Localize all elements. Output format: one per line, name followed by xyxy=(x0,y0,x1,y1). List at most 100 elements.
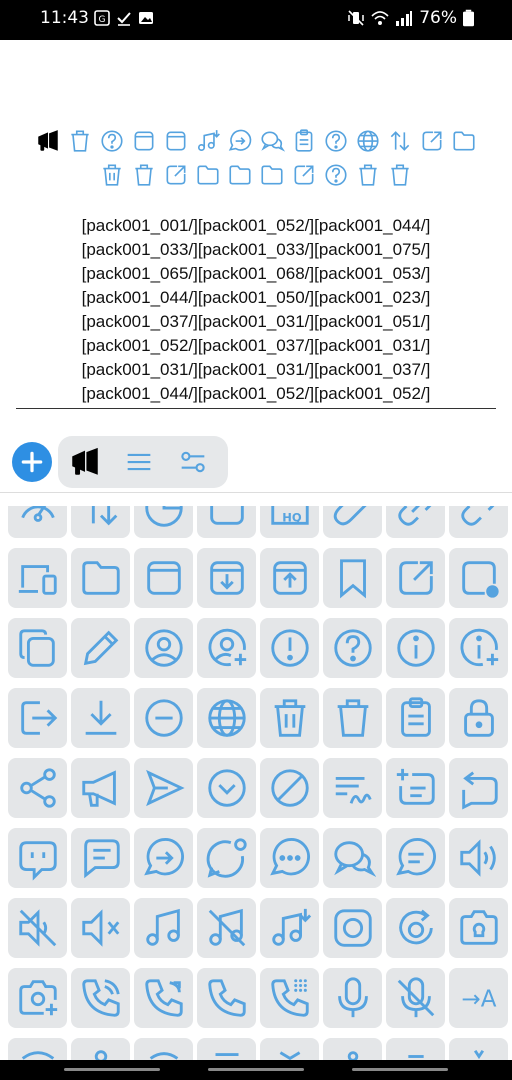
clipboard-icon xyxy=(400,697,431,737)
lock-icon-cell[interactable] xyxy=(449,688,508,748)
tab-menu[interactable] xyxy=(112,436,166,488)
music-icon-cell[interactable] xyxy=(134,898,193,958)
phone-dialpad-icon xyxy=(270,979,309,1017)
music-add-icon-cell[interactable] xyxy=(260,898,319,958)
tab-megaphone[interactable] xyxy=(58,436,112,488)
music-off-icon-cell[interactable] xyxy=(197,898,256,958)
volume-x-icon-cell[interactable] xyxy=(71,898,130,958)
chat-bot-icon-cell[interactable] xyxy=(8,828,67,888)
trash-lines-icon xyxy=(97,160,127,190)
repeat-icon-cell[interactable] xyxy=(449,758,508,818)
volume-icon-cell[interactable] xyxy=(449,828,508,888)
translate-icon-cell[interactable]: →A xyxy=(449,968,508,1028)
info-circle-icon-cell[interactable] xyxy=(386,618,445,678)
folder-icon xyxy=(257,160,287,190)
question-circle-icon-cell[interactable] xyxy=(323,618,382,678)
camera-add-icon-cell[interactable] xyxy=(8,968,67,1028)
devices-icon-cell[interactable] xyxy=(8,548,67,608)
refresh-circle-icon-cell[interactable] xyxy=(386,898,445,958)
download-icon-cell[interactable] xyxy=(71,688,130,748)
block-icon-cell[interactable] xyxy=(260,758,319,818)
chat-dot-icon-cell[interactable] xyxy=(197,828,256,888)
mic-off-icon-cell[interactable] xyxy=(386,968,445,1028)
chats-icon-cell[interactable] xyxy=(323,828,382,888)
link-broken-icon-cell[interactable] xyxy=(449,506,508,538)
status-bar: 11:43 G 76% xyxy=(0,0,512,40)
mic-icon xyxy=(337,977,368,1018)
pie-icon-cell[interactable] xyxy=(134,506,193,538)
pencil-icon-cell[interactable] xyxy=(71,618,130,678)
mic-icon-cell[interactable] xyxy=(323,968,382,1028)
trash-icon-cell[interactable] xyxy=(323,688,382,748)
icon-grid-scroll[interactable]: HQ →A xyxy=(0,506,512,1060)
signal-icon xyxy=(396,11,413,26)
external-link-icon-cell[interactable] xyxy=(386,548,445,608)
text-add-icon-cell[interactable] xyxy=(386,758,445,818)
globe-icon xyxy=(353,126,383,156)
folder-hq-icon-cell[interactable]: HQ xyxy=(260,506,319,538)
add-button[interactable] xyxy=(12,442,52,482)
partial-icon-cell[interactable] xyxy=(260,1038,319,1060)
partial-icon-cell[interactable] xyxy=(386,1038,445,1060)
trash-lines-icon-cell[interactable] xyxy=(260,688,319,748)
camera-bulb-icon-cell[interactable] xyxy=(449,898,508,958)
nav-home-button[interactable] xyxy=(208,1068,304,1071)
user-circle-icon-cell[interactable] xyxy=(134,618,193,678)
bookmark-icon-cell[interactable] xyxy=(323,548,382,608)
exclaim-circle-icon xyxy=(270,629,309,667)
chat-lines-icon xyxy=(83,839,120,879)
share-icon-cell[interactable] xyxy=(8,758,67,818)
phone-out-icon-cell[interactable] xyxy=(134,968,193,1028)
repeat-icon xyxy=(461,771,498,810)
chat-more-icon-cell[interactable] xyxy=(260,828,319,888)
square-corner-icon xyxy=(209,506,244,525)
partial-icon-cell[interactable] xyxy=(197,1038,256,1060)
paperclip-icon-cell[interactable] xyxy=(323,506,382,538)
message-text[interactable]: [pack001_001/][pack001_052/][pack001_044… xyxy=(0,214,512,406)
chat-lines-icon-cell[interactable] xyxy=(71,828,130,888)
info-add-icon-cell[interactable] xyxy=(449,618,508,678)
nav-back-button[interactable] xyxy=(352,1068,448,1071)
partial-icon-cell[interactable] xyxy=(323,1038,382,1060)
arrows-updown-icon-cell[interactable] xyxy=(71,506,130,538)
megaphone-outline-icon-cell[interactable] xyxy=(71,758,130,818)
square-corner-icon-cell[interactable] xyxy=(197,506,256,538)
chat-circle-icon-cell[interactable] xyxy=(386,828,445,888)
icon-grid: HQ →A xyxy=(8,506,508,1060)
mute-vibrate-icon xyxy=(348,10,364,26)
archive-up-icon-cell[interactable] xyxy=(260,548,319,608)
partial-icon-cell[interactable] xyxy=(449,1038,508,1060)
phone-in-icon-cell[interactable] xyxy=(71,968,130,1028)
user-add-icon-cell[interactable] xyxy=(197,618,256,678)
send-icon-cell[interactable] xyxy=(134,758,193,818)
chat-arrow-icon-cell[interactable] xyxy=(134,828,193,888)
minus-circle-icon-cell[interactable] xyxy=(134,688,193,748)
phone-dialpad-icon-cell[interactable] xyxy=(260,968,319,1028)
copy-icon-cell[interactable] xyxy=(8,618,67,678)
folder-icon-cell[interactable] xyxy=(71,548,130,608)
tab-settings[interactable] xyxy=(166,436,220,488)
nav-recent-button[interactable] xyxy=(64,1068,160,1071)
logout-icon-cell[interactable] xyxy=(8,688,67,748)
devices-icon xyxy=(18,565,57,595)
clipboard-icon-cell[interactable] xyxy=(386,688,445,748)
globe-icon-cell[interactable] xyxy=(197,688,256,748)
link-icon-cell[interactable] xyxy=(386,506,445,538)
square-dot-icon-cell[interactable] xyxy=(449,548,508,608)
archive-down-icon-cell[interactable] xyxy=(197,548,256,608)
gauge-icon-cell[interactable] xyxy=(8,506,67,538)
partial-icon-cell[interactable] xyxy=(8,1038,67,1060)
exclaim-circle-icon-cell[interactable] xyxy=(260,618,319,678)
partial-icon-cell[interactable] xyxy=(71,1038,130,1060)
text-line: [pack001_037/][pack001_031/][pack001_051… xyxy=(81,312,431,331)
phone-icon-cell[interactable] xyxy=(197,968,256,1028)
square-icon-cell[interactable] xyxy=(134,548,193,608)
partial-icon-cell[interactable] xyxy=(134,1038,193,1060)
volume-off-icon-cell[interactable] xyxy=(8,898,67,958)
app-screen: [pack001_001/][pack001_052/][pack001_044… xyxy=(0,40,512,1060)
text-add-icon xyxy=(396,768,435,805)
record-icon-cell[interactable] xyxy=(323,898,382,958)
chevron-down-circle-icon-cell[interactable] xyxy=(197,758,256,818)
chats-icon xyxy=(333,841,376,877)
signature-icon-cell[interactable] xyxy=(323,758,382,818)
